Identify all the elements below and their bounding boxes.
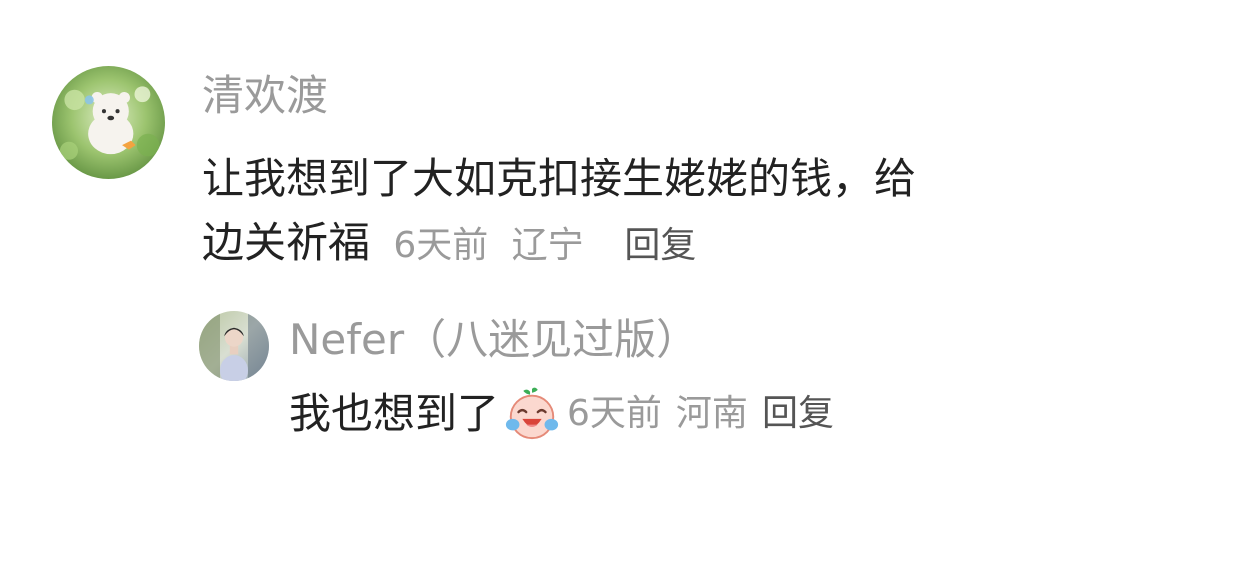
comment-text: 边关祈福 (202, 218, 371, 267)
reply-button[interactable]: 回复 (624, 225, 696, 266)
comment-text-line1: 让我想到了大如克扣接生姥姥的钱，给 (202, 154, 917, 203)
reply-time: 6天前 (567, 393, 662, 434)
reply-user-avatar[interactable] (199, 311, 269, 381)
person-avatar-icon (199, 311, 269, 381)
reply-button[interactable]: 回复 (762, 384, 834, 444)
reply-text: 我也想到了 (289, 389, 500, 438)
reply-location: 河南 (675, 393, 748, 434)
comment-username[interactable]: 清欢渡 (202, 68, 328, 124)
reply-username[interactable]: Nefer（八迷见过版） (289, 312, 698, 368)
user-avatar[interactable] (52, 66, 165, 179)
comment-text-line2: 边关祈福 6天前 辽宁 回复 (202, 215, 696, 274)
crying-laughing-emoji-icon (503, 386, 561, 442)
bear-avatar-icon (52, 66, 165, 179)
comment-location: 辽宁 (511, 225, 584, 266)
comment-time: 6天前 (393, 225, 489, 266)
reply-text-line: 我也想到了 6天前 河南 回复 (289, 384, 834, 444)
